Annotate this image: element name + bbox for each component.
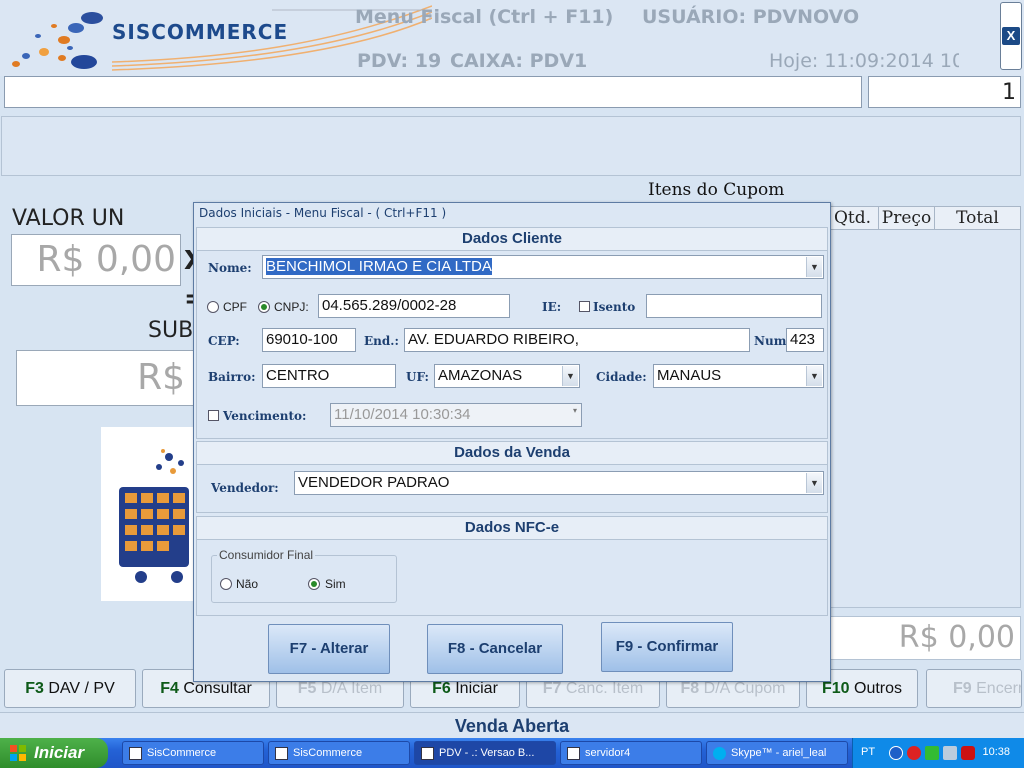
siscommerce-logo-icon	[12, 12, 103, 69]
isento-checkbox[interactable]	[579, 301, 590, 312]
cep-label: CEP:	[208, 334, 240, 348]
caixa-label: CAIXA: PDV1	[450, 50, 588, 72]
cidade-label: Cidade:	[596, 370, 647, 384]
app-window-icon	[275, 747, 288, 760]
dialog-title: Dados Iniciais - Menu Fiscal - ( Ctrl+F1…	[194, 203, 830, 225]
product-description-panel	[1, 116, 1021, 176]
vencimento-label: Vencimento:	[223, 409, 307, 423]
cpf-label: CPF	[223, 300, 247, 314]
uf-value: AMAZONAS	[438, 367, 523, 384]
cnpj-label: CNPJ:	[274, 300, 309, 314]
cnpj-radio[interactable]	[258, 301, 270, 313]
date-label: Hoje: 11:09:2014 10	[769, 50, 959, 72]
section-header-nfce: Dados NFC-e	[196, 516, 828, 540]
uf-label: UF:	[406, 370, 429, 384]
clock: 10:38	[982, 746, 1010, 758]
ie-input[interactable]	[646, 294, 822, 318]
isento-label: Isento	[593, 300, 636, 314]
logo-text: SISCOMMERCE	[112, 20, 289, 44]
sim-radio[interactable]	[308, 578, 320, 590]
numero-input[interactable]: 423	[786, 328, 824, 352]
sim-label: Sim	[325, 577, 346, 591]
section-header-venda: Dados da Venda	[196, 441, 828, 465]
security-check-icon[interactable]	[925, 746, 939, 760]
chevron-down-icon[interactable]: ▼	[806, 366, 822, 386]
quantity-input[interactable]: 1	[868, 76, 1021, 108]
confirmar-button[interactable]: F9 - Confirmar	[601, 622, 733, 672]
items-title: Itens do Cupom	[648, 180, 785, 200]
cidade-select[interactable]: MANAUS ▼	[653, 364, 824, 388]
cep-input[interactable]: 69010-100	[262, 328, 356, 352]
back-arrow-icon[interactable]	[889, 746, 903, 760]
app-window-icon	[129, 747, 142, 760]
taskbar-item-siscommerce-2[interactable]: SisCommerce	[268, 741, 410, 765]
valor-unitario-value: R$ 0,00	[11, 234, 181, 286]
status-bar: Venda Aberta	[0, 712, 1024, 738]
nao-label: Não	[236, 577, 259, 591]
windows-logo-icon	[10, 745, 26, 761]
consumidor-final-legend: Consumidor Final	[217, 548, 316, 562]
bairro-label: Bairro:	[208, 370, 256, 384]
col-qtd: Qtd.	[827, 207, 879, 229]
nome-value: BENCHIMOL IRMAO E CIA LTDA	[266, 258, 492, 275]
taskbar-item-servidor4[interactable]: servidor4	[560, 741, 702, 765]
nome-label: Nome:	[208, 261, 252, 275]
items-list[interactable]	[826, 230, 1021, 608]
vendedor-select[interactable]: VENDEDOR PADRAO ▼	[294, 471, 824, 495]
dados-iniciais-dialog: Dados Iniciais - Menu Fiscal - ( Ctrl+F1…	[193, 202, 831, 682]
start-button[interactable]: Iniciar	[0, 738, 108, 768]
endereco-label: End.:	[364, 334, 399, 348]
cnpj-input[interactable]: 04.565.289/0002-28	[318, 294, 510, 318]
shopping-cart-image	[101, 427, 201, 601]
cancelar-button[interactable]: F8 - Cancelar	[427, 624, 563, 674]
alterar-button[interactable]: F7 - Alterar	[268, 624, 390, 674]
nao-radio[interactable]	[220, 578, 232, 590]
chevron-down-icon[interactable]: ▼	[806, 257, 822, 277]
taskbar-item-skype[interactable]: Skype™ - ariel_leal	[706, 741, 848, 765]
skype-icon	[713, 747, 726, 760]
chevron-down-icon[interactable]: ▼	[806, 473, 822, 493]
vendedor-value: VENDEDOR PADRAO	[298, 474, 450, 491]
endereco-input[interactable]: AV. EDUARDO RIBEIRO,	[404, 328, 750, 352]
acrobat-icon[interactable]	[961, 746, 975, 760]
bairro-input[interactable]: CENTRO	[262, 364, 396, 388]
vencimento-value: 11/10/2014 10:30:34	[334, 406, 471, 423]
remote-desktop-icon	[567, 747, 580, 760]
shopping-cart-icon	[119, 449, 189, 583]
app-window-icon	[421, 747, 434, 760]
menu-fiscal-hint: Menu Fiscal (Ctrl + F11)	[355, 6, 614, 28]
pdv-label: PDV: 19	[357, 50, 442, 72]
cidade-value: MANAUS	[657, 367, 722, 384]
user-label: USUÁRIO: PDVNOVO	[642, 6, 860, 28]
language-indicator[interactable]: PT	[861, 746, 875, 758]
col-total: Total	[956, 208, 999, 228]
ie-label: IE:	[542, 300, 562, 314]
subtotal-value: R$	[16, 350, 196, 406]
items-table-header: Qtd. Preço Total	[826, 206, 1021, 230]
chevron-down-icon[interactable]: ▼	[562, 366, 578, 386]
vendedor-label: Vendedor:	[211, 481, 279, 495]
fkey-dav-pv-button[interactable]: F3 DAV / PV	[4, 669, 136, 708]
col-preco: Preço	[879, 207, 935, 229]
close-icon[interactable]: X	[1002, 27, 1020, 45]
valor-unitario-label: VALOR UN	[12, 206, 125, 231]
system-tray: PT 10:38	[852, 738, 1024, 768]
antivirus-icon[interactable]	[907, 746, 921, 760]
vencimento-checkbox[interactable]	[208, 410, 219, 421]
cpf-radio[interactable]	[207, 301, 219, 313]
close-button[interactable]: X	[1000, 2, 1022, 70]
taskbar-item-pdv[interactable]: PDV - .: Versao B...	[414, 741, 556, 765]
taskbar-item-siscommerce-1[interactable]: SisCommerce	[122, 741, 264, 765]
product-code-input[interactable]	[4, 76, 862, 108]
section-header-cliente: Dados Cliente	[196, 227, 828, 251]
uf-select[interactable]: AMAZONAS ▼	[434, 364, 580, 388]
total-value: R$ 0,00	[826, 616, 1021, 660]
nome-select[interactable]: BENCHIMOL IRMAO E CIA LTDA ▼	[262, 255, 824, 279]
dropdown-caret-icon[interactable]: ▾	[573, 406, 577, 415]
network-icon[interactable]	[943, 746, 957, 760]
vencimento-datepicker[interactable]: 11/10/2014 10:30:34 ▾	[330, 403, 582, 427]
fkey-encerrar-button[interactable]: F9 Encerr	[926, 669, 1022, 708]
